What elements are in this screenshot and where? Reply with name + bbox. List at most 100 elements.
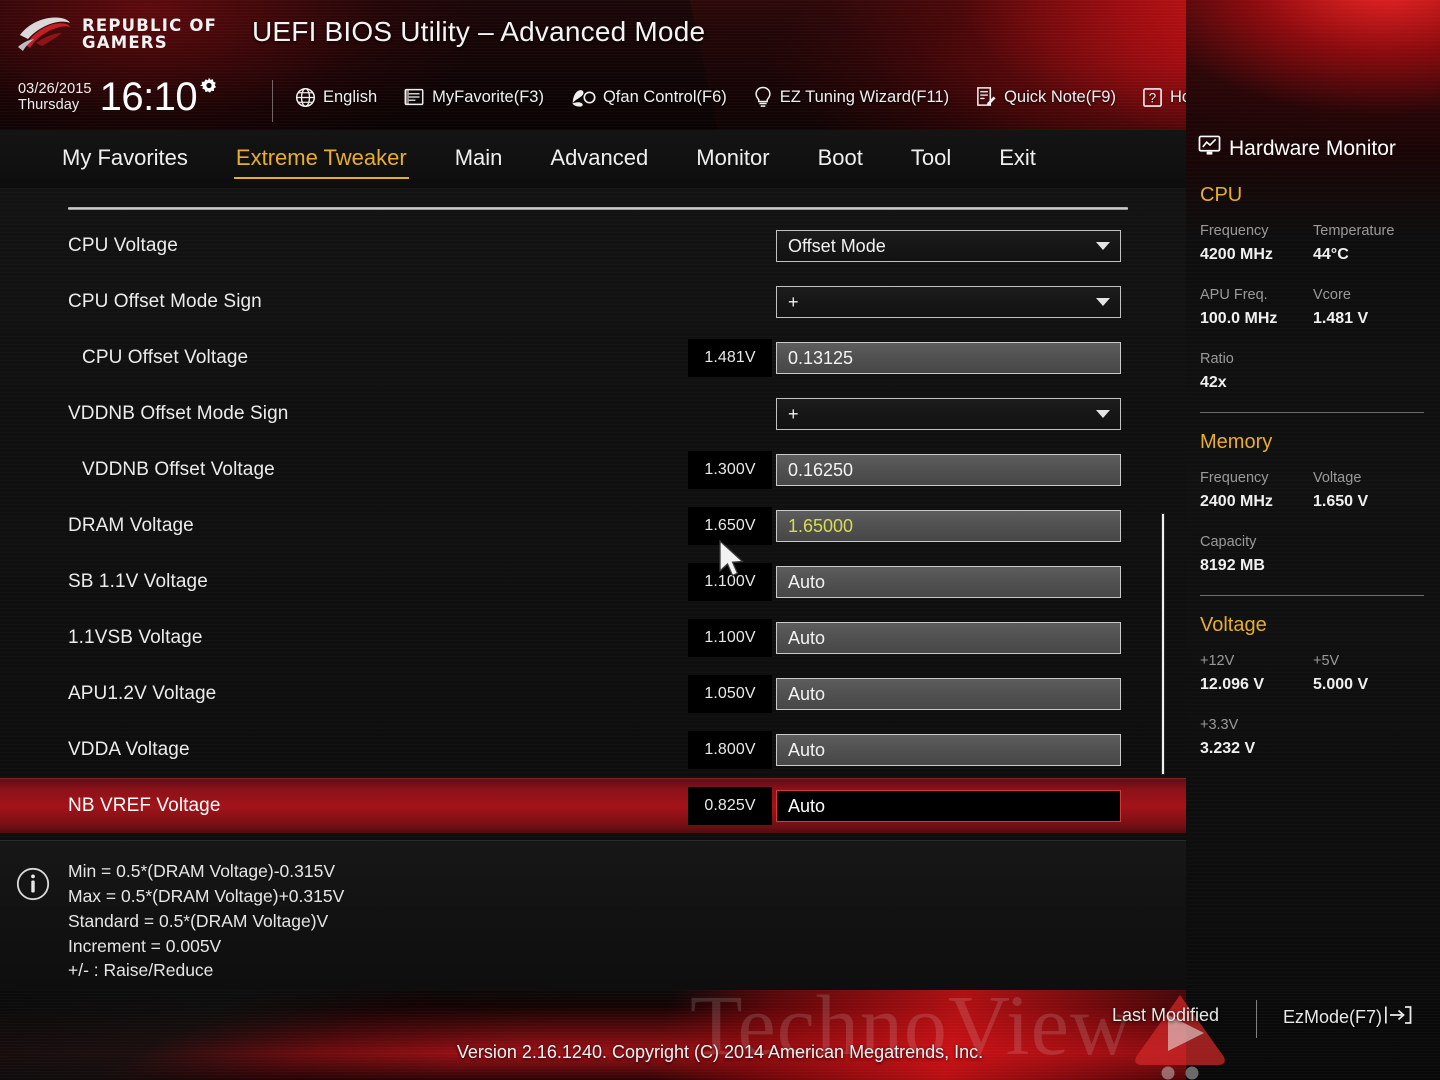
hardware-monitor-metric: Vcore 1.481 V: [1313, 284, 1426, 332]
nav-tab-main[interactable]: Main: [453, 142, 505, 177]
hardware-monitor-metric-value: 100.0 MHz: [1200, 310, 1278, 328]
lightbulb-icon: [753, 86, 773, 108]
ezmode-label: EzMode(F7): [1283, 1007, 1383, 1027]
setting-dropdown[interactable]: +: [776, 286, 1121, 318]
setting-label: CPU Voltage: [68, 235, 178, 256]
header-tool-english[interactable]: English: [295, 83, 390, 112]
setting-row[interactable]: CPU Offset Voltage 1.481V 0.13125: [0, 330, 1186, 386]
hardware-monitor-metric-label: Frequency: [1200, 223, 1269, 239]
help-line: Max = 0.5*(DRAM Voltage)+0.315V: [68, 885, 345, 906]
hardware-monitor-metric-label: Frequency: [1200, 469, 1269, 486]
nav-tab-monitor[interactable]: Monitor: [694, 142, 771, 177]
header-tool-label: Quick Note(F9): [1004, 87, 1116, 106]
setting-row[interactable]: CPU Voltage Offset Mode: [0, 218, 1186, 274]
setting-row[interactable]: DRAM Voltage 1.650V 1.65000: [0, 498, 1186, 554]
hardware-monitor-metric: +3.3V 3.232 V: [1200, 714, 1313, 762]
hardware-monitor-metric: Frequency 2400 MHz: [1200, 467, 1313, 515]
setting-row[interactable]: VDDNB Offset Voltage 1.300V 0.16250: [0, 442, 1186, 498]
setting-row[interactable]: APU1.2V Voltage 1.050V Auto: [0, 666, 1186, 722]
hardware-monitor-metric-value: 1.650 V: [1313, 493, 1369, 511]
setting-row[interactable]: VDDA Voltage 1.800V Auto: [0, 722, 1186, 778]
hardware-monitor-metric: Voltage 1.650 V: [1313, 467, 1426, 515]
setting-dropdown-value: +: [788, 403, 799, 424]
header-tool-myfavorite[interactable]: MyFavorite(F3): [403, 83, 557, 111]
hardware-monitor-metric-value: 12.096 V: [1200, 676, 1265, 694]
hardware-monitor-section-title: CPU: [1200, 184, 1243, 206]
datetime-block: 03/26/2015 Thursday 16:10: [18, 77, 219, 117]
settings-row-list: CPU Voltage Offset Mode CPU Offset Mode Si…: [0, 218, 1186, 834]
setting-dropdown[interactable]: Offset Mode: [776, 230, 1121, 262]
setting-dropdown-value: +: [788, 291, 799, 312]
chevron-down-icon: [1096, 410, 1110, 418]
header-divider: [272, 80, 273, 122]
setting-input-field[interactable]: Auto: [776, 678, 1121, 710]
setting-input-field[interactable]: 1.65000: [776, 510, 1121, 542]
setting-current-value-badge: 1.800V: [688, 731, 772, 769]
hardware-monitor-metric-label: Ratio: [1200, 350, 1234, 367]
nav-tab-extreme-tweaker[interactable]: Extreme Tweaker: [233, 142, 409, 179]
setting-current-value-badge: 1.100V: [688, 619, 772, 657]
setting-dropdown[interactable]: +: [776, 398, 1121, 430]
hardware-monitor-title-row: Hardware Monitor: [1198, 135, 1396, 162]
setting-input-field[interactable]: Auto: [776, 734, 1121, 766]
globe-icon: [295, 87, 316, 108]
setting-row[interactable]: NB VREF Voltage 0.825V Auto: [0, 778, 1186, 834]
content-top-divider: [68, 207, 1128, 210]
hardware-monitor-metric-value: 42x: [1200, 374, 1227, 392]
ezmode-button[interactable]: EzMode(F7): [1283, 1004, 1413, 1031]
setting-input-field[interactable]: Auto: [776, 622, 1121, 654]
settings-content-area: CPU Voltage Offset Mode CPU Offset Mode Si…: [0, 188, 1186, 840]
bottom-bar: [0, 990, 1440, 1080]
rog-logo: REPUBLIC OF GAMERS: [16, 10, 246, 60]
hardware-monitor-row: Frequency 4200 MHz Temperature 44°C: [1200, 220, 1426, 268]
nav-tab-advanced[interactable]: Advanced: [548, 142, 650, 177]
monitor-chart-icon: [1198, 135, 1221, 162]
setting-row[interactable]: 1.1VSB Voltage 1.100V Auto: [0, 610, 1186, 666]
setting-input-field[interactable]: 0.16250: [776, 454, 1121, 486]
setting-dropdown-value: Offset Mode: [788, 235, 886, 256]
main-nav-tabs: My Favorites Extreme Tweaker Main Advanced M…: [0, 130, 1186, 188]
nav-tab-exit[interactable]: Exit: [997, 142, 1038, 177]
setting-input-field[interactable]: 0.13125: [776, 342, 1121, 374]
arrow-into-bracket-icon: [1384, 1004, 1413, 1031]
gear-icon[interactable]: [199, 77, 219, 102]
setting-current-value-badge: 1.650V: [688, 507, 772, 545]
hardware-monitor-body: CPU Frequency 4200 MHz Temperature 44°C APU F…: [1200, 180, 1426, 778]
setting-label: 1.1VSB Voltage: [68, 627, 203, 648]
hardware-monitor-metric-value: 8192 MB: [1200, 557, 1265, 575]
nav-tab-tool[interactable]: Tool: [909, 142, 953, 177]
hardware-monitor-metric-label: Temperature: [1313, 223, 1395, 239]
hardware-monitor-row: APU Freq. 100.0 MHz Vcore 1.481 V: [1200, 284, 1426, 332]
hardware-monitor-metric-label: +3.3V: [1200, 716, 1239, 733]
hardware-monitor-title: Hardware Monitor: [1229, 136, 1396, 160]
note-pencil-icon: [975, 86, 997, 108]
setting-input-field[interactable]: Auto: [776, 790, 1121, 822]
content-scrollbar-thumb[interactable]: [1161, 513, 1165, 775]
hardware-monitor-row: +12V 12.096 V +5V 5.000 V: [1200, 650, 1426, 698]
hardware-monitor-metric-value: 3.232 V: [1200, 740, 1256, 758]
header-tool-ez-tuning-wizard[interactable]: EZ Tuning Wizard(F11): [753, 82, 962, 112]
setting-current-value-badge: 1.300V: [688, 451, 772, 489]
setting-input-field[interactable]: Auto: [776, 566, 1121, 598]
svg-text:?: ?: [1149, 90, 1156, 105]
hardware-monitor-metric: +12V 12.096 V: [1200, 650, 1313, 698]
header-tool-quick-note[interactable]: Quick Note(F9): [975, 82, 1129, 112]
header-tool-qfan[interactable]: Qfan Control(F6): [570, 83, 740, 112]
rog-eye-mark: [18, 17, 70, 51]
nav-tab-my-favorites[interactable]: My Favorites: [60, 142, 190, 177]
setting-row[interactable]: CPU Offset Mode Sign +: [0, 274, 1186, 330]
hardware-monitor-metric: APU Freq. 100.0 MHz: [1200, 284, 1313, 332]
setting-row[interactable]: VDDNB Offset Mode Sign +: [0, 386, 1186, 442]
hardware-monitor-section-title: Memory: [1200, 430, 1273, 453]
setting-label: APU1.2V Voltage: [68, 683, 217, 704]
hardware-monitor-metric: Frequency 4200 MHz: [1200, 220, 1313, 268]
hardware-monitor-metric: Capacity 8192 MB: [1200, 531, 1313, 579]
nav-tab-boot[interactable]: Boot: [816, 142, 865, 177]
last-modified-button[interactable]: Last Modified: [1112, 1005, 1219, 1026]
chevron-down-icon: [1096, 298, 1110, 306]
hardware-monitor-row: Capacity 8192 MB: [1200, 531, 1426, 579]
setting-row[interactable]: SB 1.1V Voltage 1.100V Auto: [0, 554, 1186, 610]
setting-label: NB VREF Voltage: [68, 795, 221, 816]
chevron-down-icon: [1096, 242, 1110, 250]
hardware-monitor-metric: +5V 5.000 V: [1313, 650, 1426, 698]
